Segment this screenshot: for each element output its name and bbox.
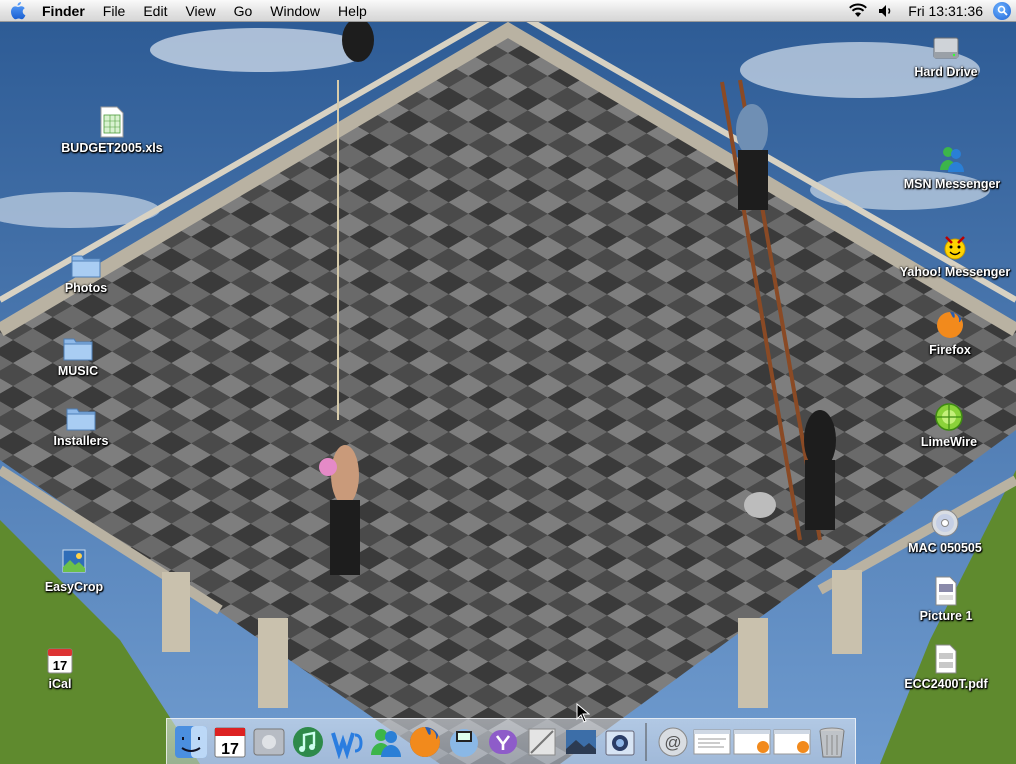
menu-view[interactable]: View <box>176 0 224 22</box>
desktop-icon-label: ECC2400T.pdf <box>904 677 988 691</box>
spotlight-icon[interactable] <box>993 1 1011 20</box>
dock-ical-icon[interactable]: 17 <box>210 722 249 762</box>
desktop-icon-label: Picture 1 <box>919 609 973 623</box>
easycrop-app-icon <box>56 543 92 577</box>
desktop-icon-label: MSN Messenger <box>903 177 1001 191</box>
menubar-clock[interactable]: Fri 13:31:36 <box>900 3 993 19</box>
menu-file[interactable]: File <box>94 0 135 22</box>
dock-finder-icon[interactable] <box>171 722 210 762</box>
menu-bar: Finder File Edit View Go Window Help Fri… <box>0 0 1016 22</box>
ical-date-text: 17 <box>53 658 67 673</box>
desktop-icon-label: Hard Drive <box>914 65 978 79</box>
desktop-icon-msn-messenger[interactable]: MSN Messenger <box>892 140 1012 191</box>
desktop-icon-label: Photos <box>64 281 108 295</box>
dock-minimized-window-icon[interactable] <box>772 722 812 762</box>
volume-icon[interactable] <box>872 0 900 22</box>
dock-system-prefs-icon[interactable] <box>249 722 288 762</box>
desktop-icon-yahoo-messenger[interactable]: Yahoo! Messenger <box>895 228 1015 279</box>
firefox-icon <box>932 306 968 340</box>
dock-mail-icon[interactable]: @ <box>653 722 692 762</box>
desktop-icon-label: MUSIC <box>57 364 99 378</box>
dock-minimized-window-icon[interactable] <box>732 722 772 762</box>
png-file-icon <box>928 572 964 606</box>
menu-go[interactable]: Go <box>225 0 262 22</box>
dock-preview-icon[interactable] <box>522 722 561 762</box>
menu-app-finder[interactable]: Finder <box>36 0 94 22</box>
spreadsheet-file-icon <box>94 104 130 138</box>
desktop-icon-label: Yahoo! Messenger <box>899 265 1011 279</box>
dock-itunes-icon[interactable] <box>288 722 327 762</box>
ical-icon: 17 <box>42 640 78 674</box>
folder-icon <box>68 244 104 278</box>
desktop-icon-label: Installers <box>53 434 109 448</box>
desktop-icon-mac-050505[interactable]: MAC 050505 <box>885 504 1005 555</box>
dock-word-icon[interactable] <box>327 722 366 762</box>
desktop-icon-hard-drive[interactable]: Hard Drive <box>886 28 1006 79</box>
dock: 17 @ <box>166 718 856 764</box>
desktop-icon-label: MAC 050505 <box>908 541 982 555</box>
desktop-icon-budget2005[interactable]: BUDGET2005.xls <box>52 104 172 155</box>
dock-msn-messenger-icon[interactable] <box>366 722 405 762</box>
mouse-cursor-icon <box>576 703 590 723</box>
desktop-icon-label: iCal <box>48 677 72 691</box>
desktop-icon-label: BUDGET2005.xls <box>61 141 163 155</box>
dock-network-icon[interactable] <box>444 722 483 762</box>
menu-edit[interactable]: Edit <box>134 0 176 22</box>
pdf-file-icon <box>928 640 964 674</box>
limewire-icon <box>931 398 967 432</box>
menu-window[interactable]: Window <box>261 0 329 22</box>
desktop-icon-easycrop[interactable]: EasyCrop <box>14 543 134 594</box>
desktop-icon-installers[interactable]: Installers <box>21 397 141 448</box>
msn-messenger-icon <box>934 140 970 174</box>
desktop-icon-label: EasyCrop <box>44 580 104 594</box>
dock-yahoo-icon[interactable] <box>483 722 522 762</box>
menu-help[interactable]: Help <box>329 0 376 22</box>
desktop-icon-music[interactable]: MUSIC <box>18 327 138 378</box>
wifi-icon[interactable] <box>844 0 872 22</box>
desktop-icon-firefox[interactable]: Firefox <box>890 306 1010 357</box>
dock-ical-date: 17 <box>221 741 239 758</box>
desktop-icon-photos[interactable]: Photos <box>26 244 146 295</box>
hard-drive-icon <box>928 28 964 62</box>
folder-icon <box>60 327 96 361</box>
dock-photo-icon[interactable] <box>561 722 600 762</box>
desktop-icon-ical[interactable]: 17 iCal <box>0 640 120 691</box>
dock-firefox-icon[interactable] <box>405 722 444 762</box>
dock-separator <box>645 722 647 761</box>
apple-menu-icon[interactable] <box>0 0 36 22</box>
desktop-icon-picture-1[interactable]: Picture 1 <box>886 572 1006 623</box>
desktop-icon-ecc2400t[interactable]: ECC2400T.pdf <box>886 640 1006 691</box>
desktop-icon-limewire[interactable]: LimeWire <box>889 398 1009 449</box>
svg-text:@: @ <box>664 733 681 752</box>
dock-trash-icon[interactable] <box>812 722 851 762</box>
cd-disc-icon <box>927 504 963 538</box>
desktop-icon-label: Firefox <box>929 343 971 357</box>
desktop-icon-label: LimeWire <box>920 435 978 449</box>
dock-minimized-window-icon[interactable] <box>692 722 732 762</box>
yahoo-messenger-icon <box>937 228 973 262</box>
dock-iphoto-icon[interactable] <box>600 722 639 762</box>
folder-icon <box>63 397 99 431</box>
